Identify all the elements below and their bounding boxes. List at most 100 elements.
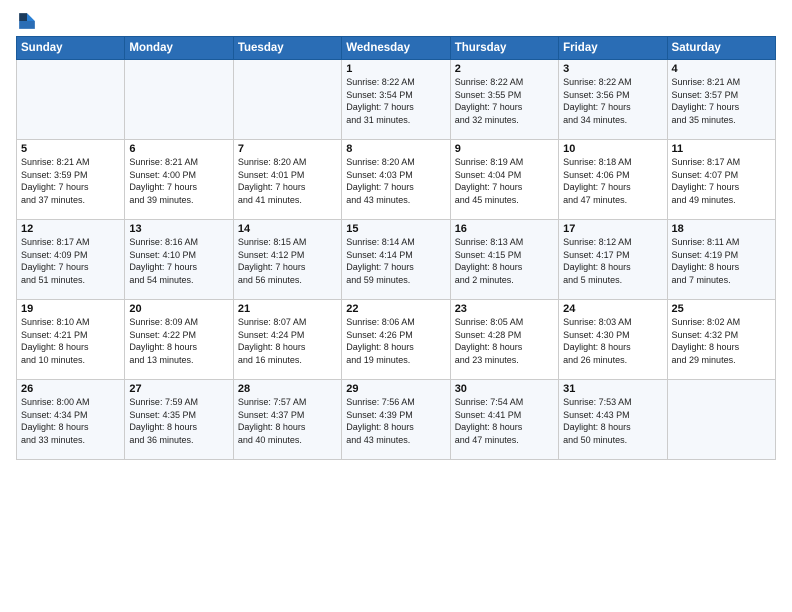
- calendar-cell: 19Sunrise: 8:10 AMSunset: 4:21 PMDayligh…: [17, 300, 125, 380]
- cell-text: Sunrise: 7:53 AM: [563, 396, 662, 409]
- cell-text: Sunset: 4:22 PM: [129, 329, 228, 342]
- cell-text: Sunset: 4:09 PM: [21, 249, 120, 262]
- day-number: 11: [672, 143, 771, 155]
- calendar-header-cell: Friday: [559, 37, 667, 60]
- cell-text: Sunrise: 8:17 AM: [672, 156, 771, 169]
- cell-text: Sunrise: 8:22 AM: [346, 76, 445, 89]
- day-number: 8: [346, 143, 445, 155]
- cell-text: Daylight: 7 hours: [346, 101, 445, 114]
- day-number: 29: [346, 383, 445, 395]
- cell-text: and 5 minutes.: [563, 274, 662, 287]
- header: [16, 10, 776, 32]
- cell-text: and 2 minutes.: [455, 274, 554, 287]
- cell-text: Sunset: 4:41 PM: [455, 409, 554, 422]
- cell-text: and 31 minutes.: [346, 114, 445, 127]
- cell-text: and 50 minutes.: [563, 434, 662, 447]
- cell-text: Sunrise: 8:00 AM: [21, 396, 120, 409]
- cell-text: Sunrise: 8:21 AM: [21, 156, 120, 169]
- cell-text: Sunset: 4:07 PM: [672, 169, 771, 182]
- cell-text: and 47 minutes.: [455, 434, 554, 447]
- day-number: 18: [672, 223, 771, 235]
- cell-text: and 56 minutes.: [238, 274, 337, 287]
- calendar-cell: 31Sunrise: 7:53 AMSunset: 4:43 PMDayligh…: [559, 380, 667, 460]
- calendar-cell: 14Sunrise: 8:15 AMSunset: 4:12 PMDayligh…: [233, 220, 341, 300]
- cell-text: Sunset: 3:55 PM: [455, 89, 554, 102]
- cell-text: Daylight: 8 hours: [346, 421, 445, 434]
- calendar-cell: 30Sunrise: 7:54 AMSunset: 4:41 PMDayligh…: [450, 380, 558, 460]
- cell-text: Sunrise: 8:13 AM: [455, 236, 554, 249]
- day-number: 20: [129, 303, 228, 315]
- cell-text: Sunset: 4:30 PM: [563, 329, 662, 342]
- calendar-body: 1Sunrise: 8:22 AMSunset: 3:54 PMDaylight…: [17, 60, 776, 460]
- cell-text: and 7 minutes.: [672, 274, 771, 287]
- cell-text: Sunset: 4:43 PM: [563, 409, 662, 422]
- calendar-cell: 17Sunrise: 8:12 AMSunset: 4:17 PMDayligh…: [559, 220, 667, 300]
- cell-text: Daylight: 7 hours: [346, 261, 445, 274]
- cell-text: and 59 minutes.: [346, 274, 445, 287]
- cell-text: Sunrise: 8:20 AM: [238, 156, 337, 169]
- calendar-cell: 13Sunrise: 8:16 AMSunset: 4:10 PMDayligh…: [125, 220, 233, 300]
- cell-text: Daylight: 8 hours: [21, 341, 120, 354]
- cell-text: Sunrise: 8:05 AM: [455, 316, 554, 329]
- cell-text: Daylight: 7 hours: [672, 101, 771, 114]
- day-number: 31: [563, 383, 662, 395]
- calendar-cell: [233, 60, 341, 140]
- day-number: 14: [238, 223, 337, 235]
- calendar-cell: 16Sunrise: 8:13 AMSunset: 4:15 PMDayligh…: [450, 220, 558, 300]
- cell-text: Sunset: 4:17 PM: [563, 249, 662, 262]
- cell-text: and 29 minutes.: [672, 354, 771, 367]
- cell-text: Daylight: 7 hours: [455, 101, 554, 114]
- calendar-week-row: 26Sunrise: 8:00 AMSunset: 4:34 PMDayligh…: [17, 380, 776, 460]
- cell-text: and 35 minutes.: [672, 114, 771, 127]
- cell-text: Sunrise: 8:07 AM: [238, 316, 337, 329]
- cell-text: Daylight: 8 hours: [563, 421, 662, 434]
- cell-text: and 13 minutes.: [129, 354, 228, 367]
- calendar-cell: 29Sunrise: 7:56 AMSunset: 4:39 PMDayligh…: [342, 380, 450, 460]
- cell-text: Sunset: 4:01 PM: [238, 169, 337, 182]
- day-number: 26: [21, 383, 120, 395]
- cell-text: Sunset: 4:12 PM: [238, 249, 337, 262]
- cell-text: Daylight: 7 hours: [563, 181, 662, 194]
- cell-text: and 45 minutes.: [455, 194, 554, 207]
- calendar-cell: 15Sunrise: 8:14 AMSunset: 4:14 PMDayligh…: [342, 220, 450, 300]
- cell-text: and 37 minutes.: [21, 194, 120, 207]
- calendar-cell: 18Sunrise: 8:11 AMSunset: 4:19 PMDayligh…: [667, 220, 775, 300]
- cell-text: Sunrise: 8:10 AM: [21, 316, 120, 329]
- cell-text: Daylight: 8 hours: [129, 341, 228, 354]
- cell-text: Sunset: 4:32 PM: [672, 329, 771, 342]
- day-number: 28: [238, 383, 337, 395]
- cell-text: Sunset: 4:37 PM: [238, 409, 337, 422]
- cell-text: and 34 minutes.: [563, 114, 662, 127]
- calendar-week-row: 12Sunrise: 8:17 AMSunset: 4:09 PMDayligh…: [17, 220, 776, 300]
- day-number: 6: [129, 143, 228, 155]
- calendar-cell: 24Sunrise: 8:03 AMSunset: 4:30 PMDayligh…: [559, 300, 667, 380]
- cell-text: Sunrise: 7:54 AM: [455, 396, 554, 409]
- calendar-cell: [17, 60, 125, 140]
- day-number: 7: [238, 143, 337, 155]
- cell-text: and 26 minutes.: [563, 354, 662, 367]
- cell-text: Daylight: 7 hours: [455, 181, 554, 194]
- cell-text: Sunset: 4:21 PM: [21, 329, 120, 342]
- cell-text: Sunrise: 8:20 AM: [346, 156, 445, 169]
- calendar-cell: 23Sunrise: 8:05 AMSunset: 4:28 PMDayligh…: [450, 300, 558, 380]
- cell-text: and 19 minutes.: [346, 354, 445, 367]
- calendar-cell: 26Sunrise: 8:00 AMSunset: 4:34 PMDayligh…: [17, 380, 125, 460]
- calendar-cell: 6Sunrise: 8:21 AMSunset: 4:00 PMDaylight…: [125, 140, 233, 220]
- cell-text: Daylight: 7 hours: [672, 181, 771, 194]
- day-number: 4: [672, 63, 771, 75]
- cell-text: Sunrise: 8:15 AM: [238, 236, 337, 249]
- cell-text: and 36 minutes.: [129, 434, 228, 447]
- calendar-week-row: 1Sunrise: 8:22 AMSunset: 3:54 PMDaylight…: [17, 60, 776, 140]
- day-number: 3: [563, 63, 662, 75]
- calendar-cell: 4Sunrise: 8:21 AMSunset: 3:57 PMDaylight…: [667, 60, 775, 140]
- cell-text: Sunset: 4:15 PM: [455, 249, 554, 262]
- calendar-cell: 8Sunrise: 8:20 AMSunset: 4:03 PMDaylight…: [342, 140, 450, 220]
- cell-text: Sunrise: 8:21 AM: [129, 156, 228, 169]
- calendar-cell: 1Sunrise: 8:22 AMSunset: 3:54 PMDaylight…: [342, 60, 450, 140]
- cell-text: Daylight: 7 hours: [129, 261, 228, 274]
- cell-text: Sunset: 4:26 PM: [346, 329, 445, 342]
- cell-text: Sunset: 3:54 PM: [346, 89, 445, 102]
- cell-text: and 40 minutes.: [238, 434, 337, 447]
- cell-text: Sunset: 4:24 PM: [238, 329, 337, 342]
- cell-text: Sunset: 4:19 PM: [672, 249, 771, 262]
